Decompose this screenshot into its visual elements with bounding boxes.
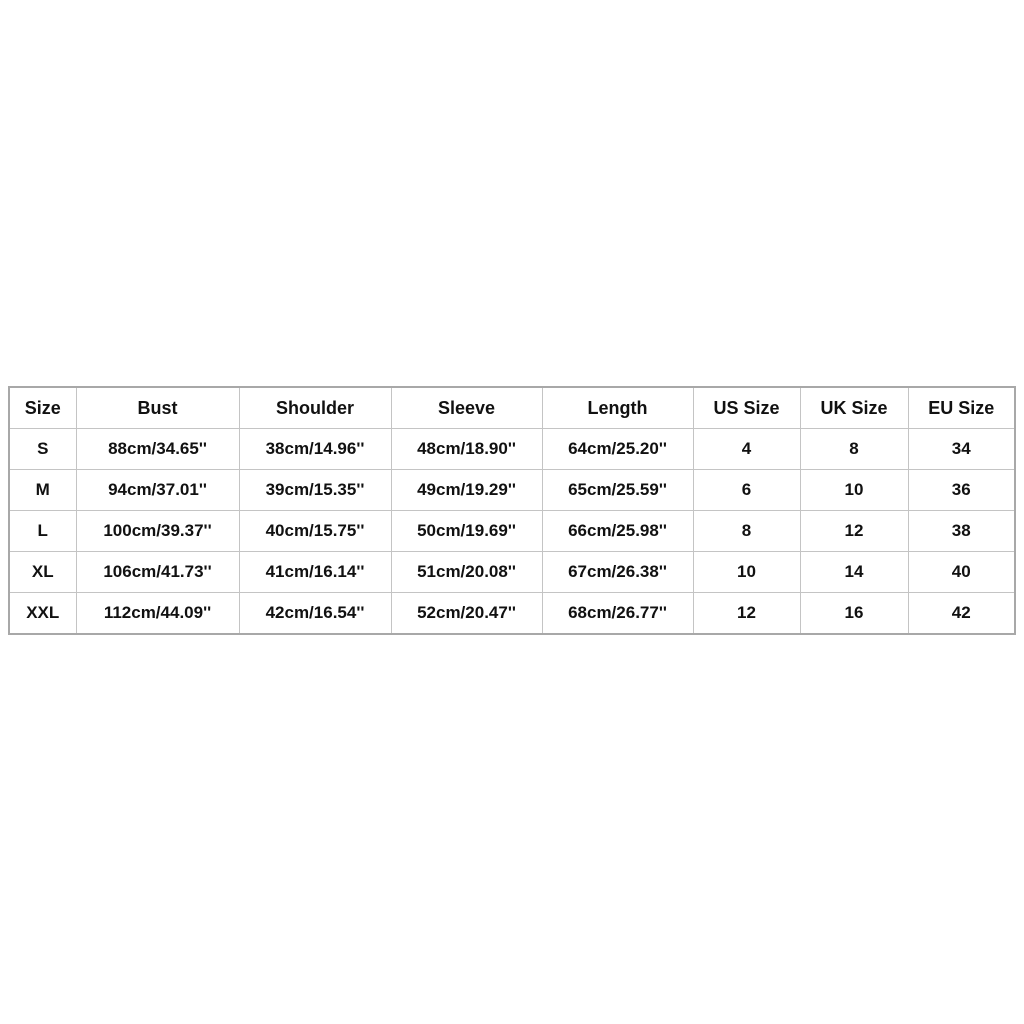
cell-uk-size: 14 bbox=[799, 551, 909, 593]
cell-eu-size: 34 bbox=[907, 428, 1016, 470]
header-shoulder: Shoulder bbox=[238, 386, 392, 429]
cell-uk-size: 12 bbox=[799, 510, 909, 552]
cell-size: S bbox=[8, 428, 77, 470]
cell-length: 67cm/26.38'' bbox=[541, 551, 694, 593]
cell-us-size: 12 bbox=[692, 592, 801, 635]
cell-bust: 94cm/37.01'' bbox=[75, 469, 240, 511]
cell-eu-size: 42 bbox=[907, 592, 1016, 635]
header-bust: Bust bbox=[75, 386, 240, 429]
header-sleeve: Sleeve bbox=[390, 386, 543, 429]
header-length: Length bbox=[541, 386, 694, 429]
cell-length: 68cm/26.77'' bbox=[541, 592, 694, 635]
cell-us-size: 8 bbox=[692, 510, 801, 552]
cell-shoulder: 38cm/14.96'' bbox=[238, 428, 392, 470]
cell-size: M bbox=[8, 469, 77, 511]
cell-uk-size: 16 bbox=[799, 592, 909, 635]
cell-bust: 112cm/44.09'' bbox=[75, 592, 240, 635]
cell-size: XXL bbox=[8, 592, 77, 635]
cell-sleeve: 52cm/20.47'' bbox=[390, 592, 543, 635]
header-size: Size bbox=[8, 386, 77, 429]
cell-size: XL bbox=[8, 551, 77, 593]
cell-length: 65cm/25.59'' bbox=[541, 469, 694, 511]
header-uk-size: UK Size bbox=[799, 386, 909, 429]
table-row: S 88cm/34.65'' 38cm/14.96'' 48cm/18.90''… bbox=[8, 428, 1016, 470]
cell-bust: 106cm/41.73'' bbox=[75, 551, 240, 593]
cell-length: 64cm/25.20'' bbox=[541, 428, 694, 470]
cell-bust: 100cm/39.37'' bbox=[75, 510, 240, 552]
cell-eu-size: 38 bbox=[907, 510, 1016, 552]
cell-us-size: 4 bbox=[692, 428, 801, 470]
cell-us-size: 10 bbox=[692, 551, 801, 593]
cell-sleeve: 48cm/18.90'' bbox=[390, 428, 543, 470]
cell-sleeve: 50cm/19.69'' bbox=[390, 510, 543, 552]
cell-shoulder: 41cm/16.14'' bbox=[238, 551, 392, 593]
cell-eu-size: 36 bbox=[907, 469, 1016, 511]
cell-bust: 88cm/34.65'' bbox=[75, 428, 240, 470]
header-eu-size: EU Size bbox=[907, 386, 1016, 429]
cell-shoulder: 42cm/16.54'' bbox=[238, 592, 392, 635]
cell-us-size: 6 bbox=[692, 469, 801, 511]
cell-size: L bbox=[8, 510, 77, 552]
table-row: XL 106cm/41.73'' 41cm/16.14'' 51cm/20.08… bbox=[8, 551, 1016, 593]
cell-shoulder: 39cm/15.35'' bbox=[238, 469, 392, 511]
header-us-size: US Size bbox=[692, 386, 801, 429]
header-row: Size Bust Shoulder Sleeve Length US Size… bbox=[8, 386, 1016, 429]
size-chart-table: Size Bust Shoulder Sleeve Length US Size… bbox=[8, 386, 1016, 635]
cell-uk-size: 10 bbox=[799, 469, 909, 511]
table-row: XXL 112cm/44.09'' 42cm/16.54'' 52cm/20.4… bbox=[8, 592, 1016, 635]
table-row: M 94cm/37.01'' 39cm/15.35'' 49cm/19.29''… bbox=[8, 469, 1016, 511]
cell-sleeve: 51cm/20.08'' bbox=[390, 551, 543, 593]
cell-sleeve: 49cm/19.29'' bbox=[390, 469, 543, 511]
cell-length: 66cm/25.98'' bbox=[541, 510, 694, 552]
cell-shoulder: 40cm/15.75'' bbox=[238, 510, 392, 552]
cell-uk-size: 8 bbox=[799, 428, 909, 470]
cell-eu-size: 40 bbox=[907, 551, 1016, 593]
table-row: L 100cm/39.37'' 40cm/15.75'' 50cm/19.69'… bbox=[8, 510, 1016, 552]
